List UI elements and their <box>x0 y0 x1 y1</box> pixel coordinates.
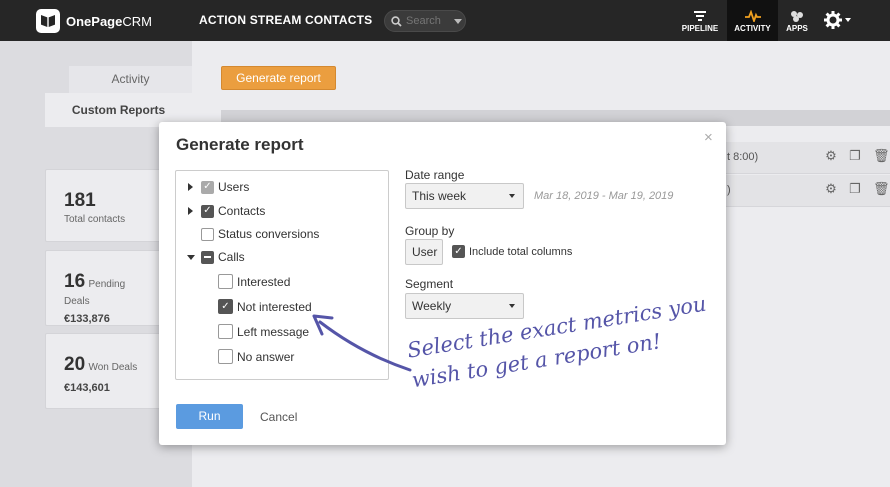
tab-activity[interactable]: Activity <box>69 66 192 93</box>
segment-label: Segment <box>405 277 454 291</box>
activity-icon <box>744 10 761 22</box>
tree-node-no-answer[interactable]: No answer <box>218 349 294 364</box>
tree-node-interested[interactable]: Interested <box>218 274 290 289</box>
row-schedule: t 8:00) <box>727 151 759 163</box>
nav-pipeline[interactable]: PIPELINE <box>677 0 723 41</box>
group-by-button[interactable]: User <box>405 239 443 265</box>
dialog-title: Generate report <box>176 135 304 154</box>
search-input[interactable] <box>406 15 450 27</box>
nav-action-stream[interactable]: ACTION STREAM <box>199 0 302 41</box>
include-total-label: Include total columns <box>469 245 573 258</box>
stat-money: €133,876 <box>64 313 110 325</box>
search-dropdown-icon[interactable] <box>454 18 462 24</box>
trash-icon[interactable]: 🗑 <box>873 182 890 195</box>
annotation-arrow-icon <box>312 314 412 372</box>
calls-checkbox[interactable] <box>201 250 214 264</box>
stat-money: €143,601 <box>64 382 110 394</box>
tree-label: Calls <box>218 250 245 264</box>
group-by-value: User <box>412 245 438 259</box>
search-box[interactable] <box>384 10 466 32</box>
tree-node-calls[interactable]: Calls <box>187 250 245 264</box>
top-navigation-bar: OnePageCRM ACTION STREAM CONTACTS PIPELI… <box>0 0 890 41</box>
tree-label: No answer <box>237 349 295 364</box>
tree-node-contacts[interactable]: ✓ Contacts <box>188 204 265 218</box>
gear-icon[interactable]: ⚙ <box>825 149 837 162</box>
tree-node-status-conversions[interactable]: Status conversions <box>201 227 319 241</box>
stat-total-contacts: 181 Total contacts <box>45 169 165 242</box>
stat-label: Won Deals <box>88 362 138 373</box>
expand-icon[interactable] <box>188 207 193 215</box>
tree-node-users[interactable]: ✓ Users <box>188 180 249 194</box>
date-range-label: Date range <box>405 168 465 182</box>
group-by-label: Group by <box>405 224 455 238</box>
nav-activity[interactable]: ACTIVITY <box>727 0 778 41</box>
generate-report-dialog: Generate report × ✓ Users ✓ Contacts Sta… <box>159 122 726 445</box>
segment-select[interactable]: Weekly <box>405 293 524 319</box>
nav-apps-label: APPS <box>786 24 808 33</box>
date-range-value: This week <box>412 189 467 203</box>
close-icon[interactable]: × <box>704 129 713 146</box>
logo-text: OnePageCRM <box>66 13 152 29</box>
nav-pipeline-label: PIPELINE <box>681 24 719 33</box>
nav-activity-label: ACTIVITY <box>734 24 771 33</box>
tree-label: Interested <box>237 274 291 289</box>
stat-pending-deals: 16 Pending Deals €133,876 <box>45 250 165 326</box>
logo-icon <box>36 9 60 33</box>
tree-label: Left message <box>237 324 310 339</box>
chevron-down-icon <box>509 304 515 308</box>
include-total-columns[interactable]: ✓ Include total columns <box>452 245 572 258</box>
chevron-down-icon <box>845 18 851 22</box>
tree-label: Users <box>218 180 250 194</box>
date-range-select[interactable]: This week <box>405 183 524 209</box>
stat-value: 16 <box>64 271 86 292</box>
search-icon <box>391 15 402 27</box>
stat-won-deals: 20 Won Deals €143,601 <box>45 333 165 409</box>
stat-label: Total contacts <box>64 214 126 225</box>
settings-menu[interactable] <box>824 11 851 29</box>
users-checkbox[interactable]: ✓ <box>201 180 214 194</box>
apps-icon <box>791 11 803 22</box>
chevron-down-icon <box>509 194 515 198</box>
row-schedule: ) <box>727 184 731 196</box>
pipeline-icon <box>694 11 706 21</box>
collapse-icon[interactable] <box>187 254 195 260</box>
expand-icon[interactable] <box>188 183 193 191</box>
stat-value: 20 <box>64 354 86 375</box>
stat-value: 181 <box>64 190 96 211</box>
nav-apps[interactable]: APPS <box>782 0 812 41</box>
no-answer-checkbox[interactable] <box>218 349 233 364</box>
nav-contacts[interactable]: CONTACTS <box>305 0 372 41</box>
run-button[interactable]: Run <box>176 404 243 429</box>
copy-icon[interactable]: ❐ <box>849 149 861 162</box>
date-range-hint: Mar 18, 2019 - Mar 19, 2019 <box>534 190 674 202</box>
contacts-checkbox[interactable]: ✓ <box>201 204 214 218</box>
tree-label: Status conversions <box>218 227 320 241</box>
cancel-button[interactable]: Cancel <box>260 410 297 424</box>
tree-node-left-message[interactable]: Left message <box>218 324 309 339</box>
not-interested-checkbox[interactable]: ✓ <box>218 299 233 314</box>
interested-checkbox[interactable] <box>218 274 233 289</box>
status-conversions-checkbox[interactable] <box>201 227 214 241</box>
onepagecrm-logo[interactable]: OnePageCRM <box>36 9 152 33</box>
tree-label: Contacts <box>218 204 266 218</box>
gear-icon <box>824 11 842 29</box>
trash-icon[interactable]: 🗑 <box>873 149 890 162</box>
include-total-checkbox[interactable]: ✓ <box>452 245 465 258</box>
gear-icon[interactable]: ⚙ <box>825 182 837 195</box>
copy-icon[interactable]: ❐ <box>849 182 861 195</box>
generate-report-button[interactable]: Generate report <box>221 66 336 90</box>
tree-node-not-interested[interactable]: ✓ Not interested <box>218 299 312 314</box>
left-message-checkbox[interactable] <box>218 324 233 339</box>
